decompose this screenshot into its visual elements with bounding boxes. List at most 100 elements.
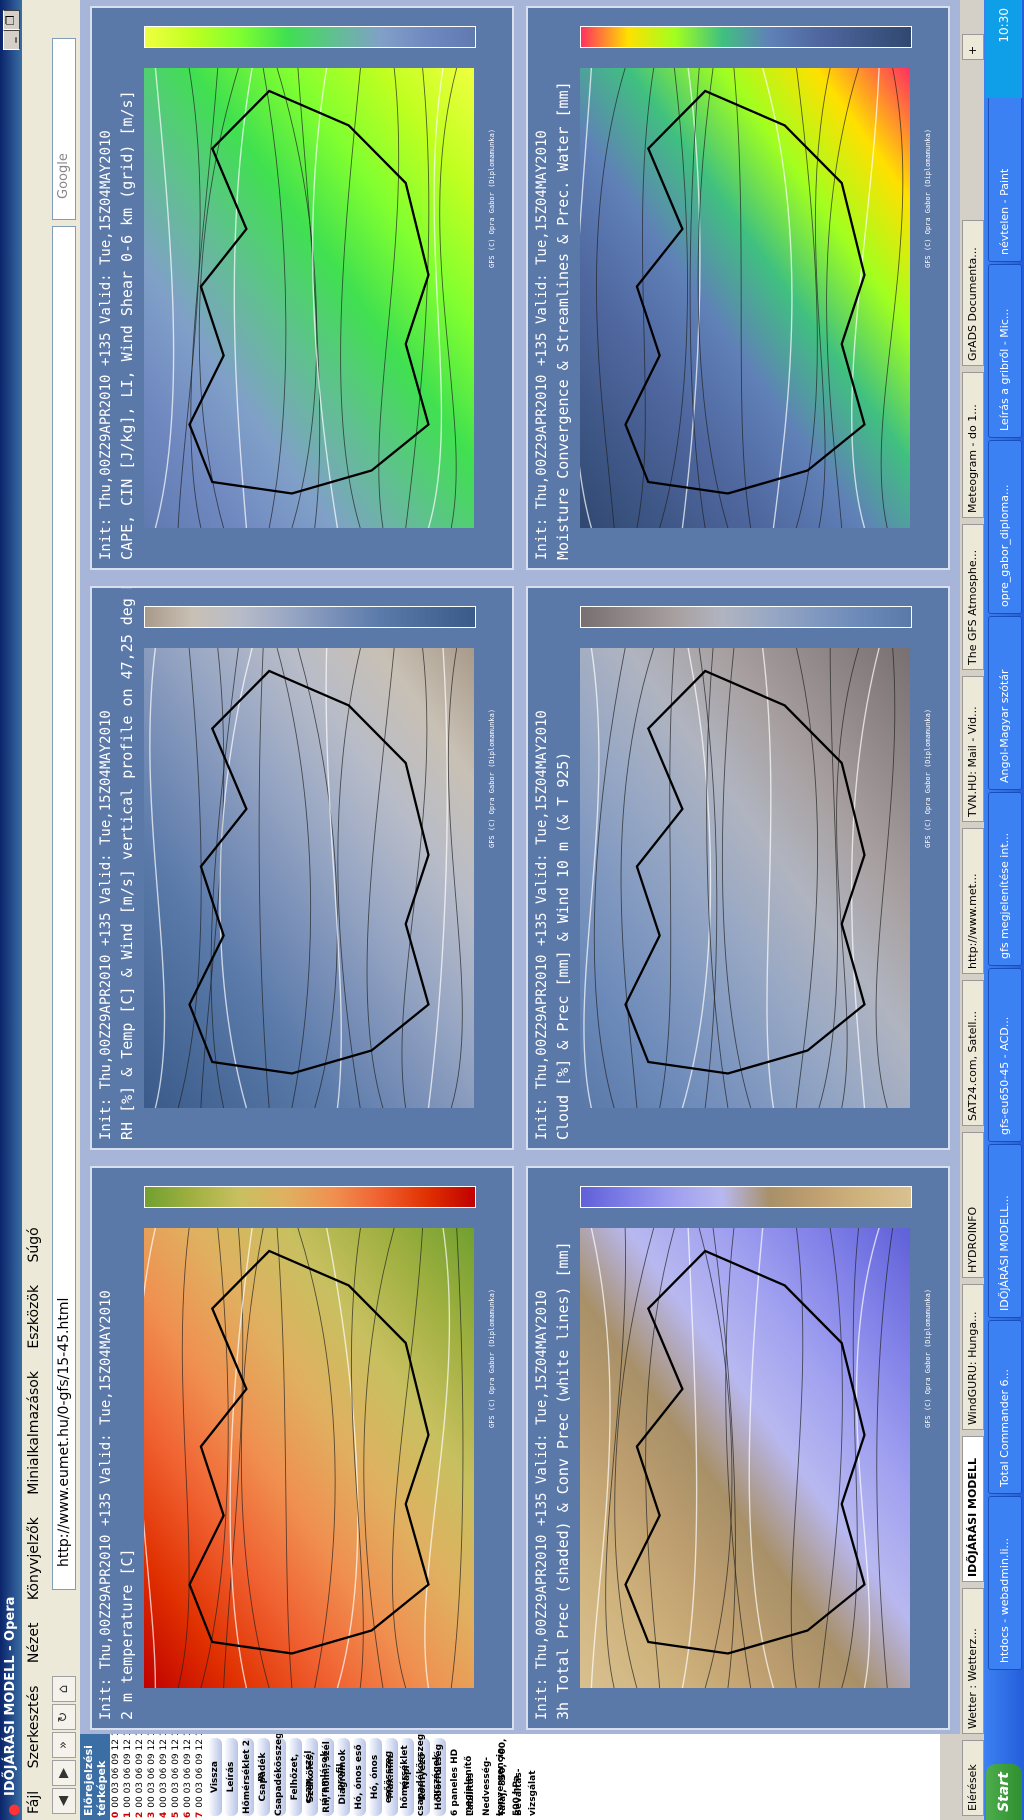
- forecast-step-row[interactable]: 300 03 06 09 12 15 18 21: [146, 1696, 158, 1820]
- sidebar-item[interactable]: Hőborfoltség: [432, 1738, 446, 1816]
- forecast-panel: Init: Thu,00Z29APR2010 +135 Valid: Tue,1…: [90, 1166, 514, 1730]
- forecast-step-row[interactable]: 100 03 06 09 12 15 18 21: [122, 1696, 134, 1820]
- panel-credit: GFS (C) Opra Gabor (Diplomamunka): [924, 1288, 932, 1428]
- sidebar-item[interactable]: Felhőzet, csap., szél: [288, 1738, 314, 1816]
- panel-title: Moisture Convergence & Streamlines & Pre…: [554, 81, 572, 560]
- weather-map: [580, 648, 910, 1108]
- forecast-step-row[interactable]: 700 03 06 09 12 15 18 21: [194, 1696, 206, 1820]
- weather-map: [580, 1228, 910, 1688]
- sidebar-item[interactable]: Csapadék: [256, 1738, 270, 1816]
- fast-forward-button[interactable]: »: [52, 1732, 76, 1758]
- minimize-button[interactable]: _: [3, 30, 20, 50]
- sidebar-link[interactable]: Talaj, 850, 700, 500 hPa: [496, 1738, 522, 1816]
- panel-title: CAPE, CIN [J/kg], LI, Wind Shear 0-6 km …: [118, 90, 136, 560]
- sidebar-item[interactable]: Rh, hőm., szél profil: [320, 1738, 346, 1816]
- taskbar-button[interactable]: Leírás a gribről - Mic...: [988, 264, 1022, 438]
- address-toolbar: ◀ ▶ » ↻ ⌂ http://www.eumet.hu/0-gfs/15-4…: [46, 0, 81, 1820]
- browser-tab[interactable]: TVN.HU: Mail - Vid...: [962, 676, 984, 822]
- clock: 10:30: [986, 0, 1022, 98]
- sidebar-item[interactable]: Hó, ónos esőösszeg: [368, 1738, 394, 1816]
- taskbar-button[interactable]: htdocs - webadmin.li...: [988, 1496, 1022, 1670]
- weather-map: [144, 648, 474, 1108]
- day-number: 6: [183, 1811, 193, 1818]
- taskbar-button[interactable]: névtelen - Paint: [988, 88, 1022, 262]
- panel-title: 2 m temperature [C]: [118, 1548, 136, 1720]
- restore-button[interactable]: ❐: [3, 10, 20, 30]
- new-tab-button[interactable]: +: [962, 34, 984, 60]
- browser-tab[interactable]: WindGURU: Hunga...: [962, 1284, 984, 1430]
- menu-tools[interactable]: Eszközök: [26, 1285, 42, 1349]
- title-bar: ● IDŐJÁRÁSI MODELL - Opera _ ❐: [0, 0, 22, 1820]
- sidebar-item[interactable]: Leírás: [224, 1738, 238, 1816]
- day-number: 5: [171, 1811, 181, 1818]
- taskbar-button[interactable]: Angol-Magyar szótár: [988, 616, 1022, 790]
- reload-button[interactable]: ↻: [52, 1704, 76, 1730]
- forecast-step-grid: 000 03 06 09 12 15 18 21 100 03 06 09 12 …: [110, 1696, 206, 1820]
- taskbar: Start htdocs - webadmin.li... Total Comma…: [984, 0, 1024, 1820]
- home-button[interactable]: ⌂: [52, 1676, 76, 1702]
- day-number: 1: [123, 1811, 133, 1818]
- panel-credit: GFS (C) Opra Gabor (Diplomamunka): [924, 708, 932, 848]
- sidebar: Előrejelzési térképek 000 03 06 09 12 15…: [80, 1696, 940, 1820]
- browser-tab[interactable]: Elérések: [962, 1740, 984, 1816]
- taskbar-button[interactable]: opre_gabor_diploma...: [988, 440, 1022, 614]
- menu-edit[interactable]: Szerkesztés: [26, 1686, 42, 1769]
- browser-tab[interactable]: GrADS Documenta...: [962, 220, 984, 366]
- color-scale: [144, 1186, 476, 1208]
- forecast-step-row[interactable]: 200 03 06 09 12 15 18 21: [134, 1696, 146, 1820]
- sidebar-link[interactable]: Beváltás-vizsgálat: [512, 1738, 538, 1816]
- sidebar-item[interactable]: Vissza: [208, 1738, 222, 1816]
- search-input[interactable]: Google: [52, 38, 76, 220]
- sidebar-link[interactable]: Nedvesség-konvergencia: [480, 1738, 506, 1816]
- sidebar-link[interactable]: Labilitás: [464, 1738, 478, 1816]
- sidebar-link[interactable]: 6 paneles HD megjelenítő: [448, 1738, 474, 1816]
- weather-map: [580, 68, 910, 528]
- sidebar-item[interactable]: Szélkölés, áramlások: [304, 1738, 330, 1816]
- menu-bookmarks[interactable]: Könyvjelzők: [26, 1517, 42, 1600]
- color-scale: [580, 606, 912, 628]
- menu-bar: Fájl Szerkesztés Nézet Könyvjelzők Minia…: [22, 0, 46, 1820]
- panel-title: 3h Total Prec (shaded) & Conv Prec (whit…: [554, 1241, 572, 1720]
- forecast-step-row[interactable]: 400 03 06 09 12 15 18 21: [158, 1696, 170, 1820]
- panel-init-valid: Init: Thu,00Z29APR2010 +135 Valid: Tue,1…: [98, 710, 114, 1140]
- menu-help[interactable]: Súgó: [26, 1227, 42, 1262]
- browser-tab[interactable]: SAT24.com, Satell...: [962, 980, 984, 1126]
- sidebar-item[interactable]: Hőmérséklet 2 m: [240, 1738, 266, 1816]
- forward-button[interactable]: ▶: [52, 1760, 76, 1786]
- forecast-step-row[interactable]: 000 03 06 09 12 15 18 21: [110, 1696, 122, 1820]
- taskbar-button[interactable]: Total Commander 6...: [988, 1320, 1022, 1494]
- weather-map: [144, 1228, 474, 1688]
- url-input[interactable]: http://www.eumet.hu/0-gfs/15-45.html: [52, 226, 76, 1590]
- menu-widgets[interactable]: Minialkalmazások: [26, 1371, 42, 1495]
- panel-init-valid: Init: Thu,00Z29APR2010 +135 Valid: Tue,1…: [98, 1290, 114, 1720]
- panel-title: Cloud [%] & Prec [mm] & Wind 10 m (& T 9…: [554, 751, 572, 1140]
- screen: ● IDŐJÁRÁSI MODELL - Opera _ ❐ Fájl Szer…: [0, 0, 1024, 1820]
- browser-tab[interactable]: IDŐJÁRÁSI MODELL: [962, 1436, 984, 1582]
- start-button[interactable]: Start: [986, 1764, 1022, 1820]
- taskbar-button[interactable]: gfs megjelenítése int...: [988, 792, 1022, 966]
- sidebar-item[interactable]: Csapadékösszeg: [272, 1732, 286, 1816]
- forecast-panel: Init: Thu,00Z29APR2010 +135 Valid: Tue,1…: [526, 586, 950, 1150]
- sidebar-item[interactable]: Max.min hőmérséklet: [384, 1738, 410, 1816]
- map-panels-area: Init: Thu,00Z29APR2010 +135 Valid: Tue,1…: [80, 0, 960, 1734]
- taskbar-button[interactable]: IDŐJÁRÁSI MODELL...: [988, 1144, 1022, 1318]
- forecast-step-row[interactable]: 500 03 06 09 12 15 18 21: [170, 1696, 182, 1820]
- forecast-step-row[interactable]: 600 03 06 09 12 15 18 21: [182, 1696, 194, 1820]
- panel-credit: GFS (C) Opra Gabor (Diplomamunka): [488, 1288, 496, 1428]
- panel-title: RH [%] & Temp [C] & Wind [m/s] vertical …: [118, 586, 136, 1140]
- sidebar-item[interactable]: Hó, ónos eső: [352, 1738, 366, 1816]
- color-scale: [580, 1186, 912, 1208]
- browser-tab[interactable]: Wetter : Wetterz...: [962, 1588, 984, 1734]
- taskbar-button[interactable]: gfs-eu650-45 - ACD...: [988, 968, 1022, 1142]
- menu-file[interactable]: Fájl: [26, 1791, 42, 1814]
- panel-credit: GFS (C) Opra Gabor (Diplomamunka): [924, 128, 932, 268]
- day-number: 4: [159, 1811, 169, 1818]
- day-number: 0: [111, 1811, 121, 1818]
- sidebar-item[interactable]: Diagramok: [336, 1738, 350, 1816]
- browser-tab[interactable]: http://www.met...: [962, 828, 984, 974]
- back-button[interactable]: ◀: [52, 1788, 76, 1814]
- menu-view[interactable]: Nézet: [26, 1623, 42, 1664]
- browser-tab[interactable]: Meteogram - do 1...: [962, 372, 984, 518]
- browser-tab[interactable]: HYDROINFO: [962, 1132, 984, 1278]
- browser-tab[interactable]: The GFS Atmosphe...: [962, 524, 984, 670]
